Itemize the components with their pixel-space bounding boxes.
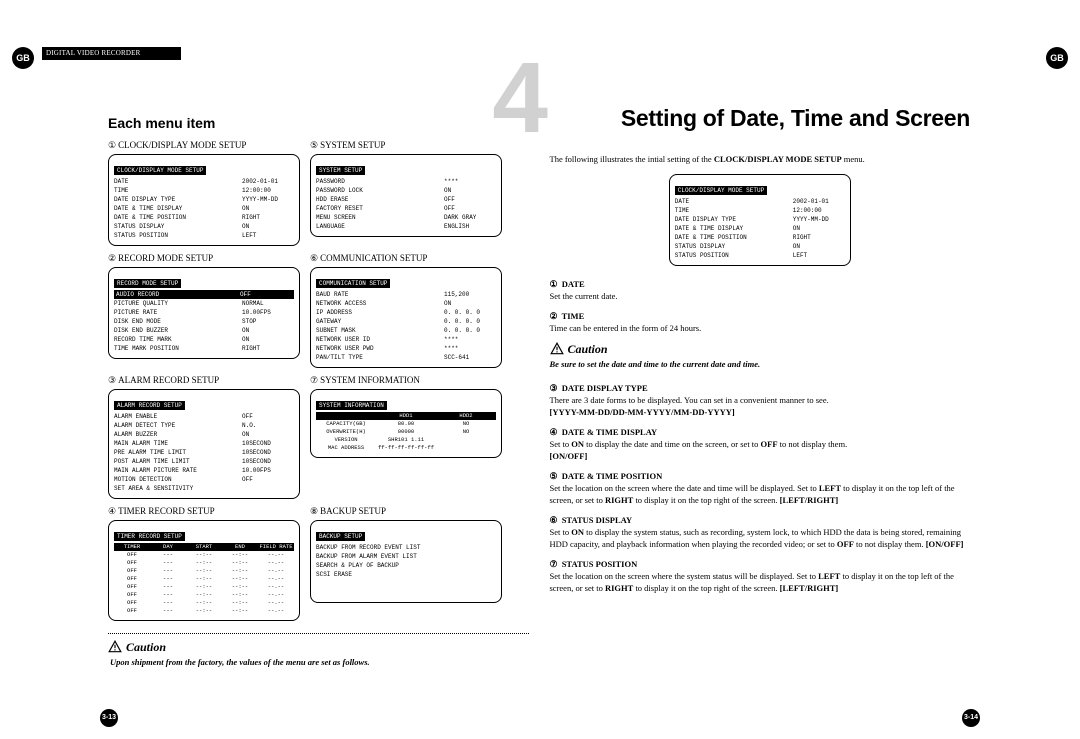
circle-8: ⑧ — [310, 505, 318, 517]
menu-heading: RECORD MODE SETUP — [118, 253, 213, 263]
menu-heading: CLOCK/DISPLAY MODE SETUP — [118, 140, 246, 150]
warning-icon — [550, 342, 564, 356]
product-header: DIGITAL VIDEO RECORDER — [42, 47, 181, 60]
menu-item-comm: ⑥COMMUNICATION SETUP COMMUNICATION SETUP… — [310, 252, 506, 368]
menu-item-timer: ④TIMER RECORD SETUP TIMER RECORD SETUP T… — [108, 505, 304, 621]
menu-item-sysinfo: ⑦SYSTEM INFORMATION SYSTEM INFORMATION H… — [310, 374, 506, 499]
chapter-number: 4 — [492, 67, 548, 129]
gb-badge-right: GB — [1046, 47, 1068, 69]
osd-clock: CLOCK/DISPLAY MODE SETUP DATE2002-01-01T… — [108, 154, 300, 246]
caution-note: Be sure to set the date and time to the … — [550, 358, 971, 370]
osd-title: RECORD MODE SETUP — [114, 279, 181, 288]
menu-heading: SYSTEM SETUP — [320, 140, 385, 150]
menu-item-system: ⑤SYSTEM SETUP SYSTEM SETUP PASSWORD****P… — [310, 139, 506, 246]
osd-system: SYSTEM SETUP PASSWORD****PASSWORD LOCKON… — [310, 154, 502, 237]
osd-title: COMMUNICATION SETUP — [316, 279, 390, 288]
circle-3: ③ — [108, 374, 116, 386]
left-section-title: Each menu item — [108, 115, 529, 131]
caution-label: Caution — [108, 640, 529, 654]
menu-heading: BACKUP SETUP — [320, 506, 386, 516]
definition-list-2: ③ DATE DISPLAY TYPE There are 3 date for… — [550, 382, 971, 594]
menu-heading: SYSTEM INFORMATION — [320, 375, 420, 385]
osd-timer: TIMER RECORD SETUP TIMERDAYSTARTENDFIELD… — [108, 520, 300, 621]
osd-title: ALARM RECORD SETUP — [114, 401, 185, 410]
caution-body: Upon shipment from the factory, the valu… — [110, 656, 529, 669]
osd-key: AUDIO RECORD — [116, 290, 240, 299]
osd-clock-right: CLOCK/DISPLAY MODE SETUP DATE2002-01-01T… — [669, 174, 851, 266]
osd-title: CLOCK/DISPLAY MODE SETUP — [114, 166, 206, 175]
page-number-right: 3-14 — [962, 709, 980, 727]
osd-title: SYSTEM INFORMATION — [316, 401, 387, 410]
menu-heading: COMMUNICATION SETUP — [320, 253, 427, 263]
intro-text: The following illustrates the intial set… — [550, 153, 971, 165]
left-page: Each menu item ①CLOCK/DISPLAY MODE SETUP… — [98, 63, 540, 703]
page-number-left: 3-13 — [100, 709, 118, 727]
separator — [108, 633, 529, 634]
menu-item-alarm: ③ALARM RECORD SETUP ALARM RECORD SETUP A… — [108, 374, 304, 499]
osd-alarm: ALARM RECORD SETUP ALARM ENABLEOFFALARM … — [108, 389, 300, 499]
circle-5: ⑤ — [310, 139, 318, 151]
osd-backup: BACKUP SETUP BACKUP FROM RECORD EVENT LI… — [310, 520, 502, 603]
osd-comm: COMMUNICATION SETUP BAUD RATE115,200NETW… — [310, 267, 502, 368]
menu-grid: ①CLOCK/DISPLAY MODE SETUP CLOCK/DISPLAY … — [108, 139, 529, 621]
osd-title: CLOCK/DISPLAY MODE SETUP — [675, 186, 767, 195]
osd-title: BACKUP SETUP — [316, 532, 365, 541]
circle-7: ⑦ — [310, 374, 318, 386]
gb-badge-left: GB — [12, 47, 34, 69]
circle-1: ① — [108, 139, 116, 151]
menu-item-backup: ⑧BACKUP SETUP BACKUP SETUP BACKUP FROM R… — [310, 505, 506, 621]
osd-title: SYSTEM SETUP — [316, 166, 365, 175]
menu-item-record: ②RECORD MODE SETUP RECORD MODE SETUP AUD… — [108, 252, 304, 368]
circle-4: ④ — [108, 505, 116, 517]
osd-record: RECORD MODE SETUP AUDIO RECORDOFF PICTUR… — [108, 267, 300, 359]
osd-sysinfo: SYSTEM INFORMATION HDD1HDD2CAPACITY(GB)8… — [310, 389, 502, 458]
warning-icon — [108, 640, 122, 654]
osd-val: OFF — [240, 290, 292, 299]
right-page: 4 Setting of Date, Time and Screen The f… — [540, 63, 981, 703]
menu-heading: TIMER RECORD SETUP — [118, 506, 215, 516]
caution-label-right: Caution — [550, 342, 971, 356]
circle-2: ② — [108, 252, 116, 264]
definition-list: ① DATE Set the current date. ② TIME Time… — [550, 278, 971, 334]
menu-heading: ALARM RECORD SETUP — [118, 375, 219, 385]
right-page-title: Setting of Date, Time and Screen — [550, 105, 971, 131]
two-page-spread: Each menu item ①CLOCK/DISPLAY MODE SETUP… — [98, 63, 980, 703]
osd-title: TIMER RECORD SETUP — [114, 532, 185, 541]
menu-item-clock: ①CLOCK/DISPLAY MODE SETUP CLOCK/DISPLAY … — [108, 139, 304, 246]
caution-text-label: Caution — [126, 640, 166, 654]
circle-6: ⑥ — [310, 252, 318, 264]
